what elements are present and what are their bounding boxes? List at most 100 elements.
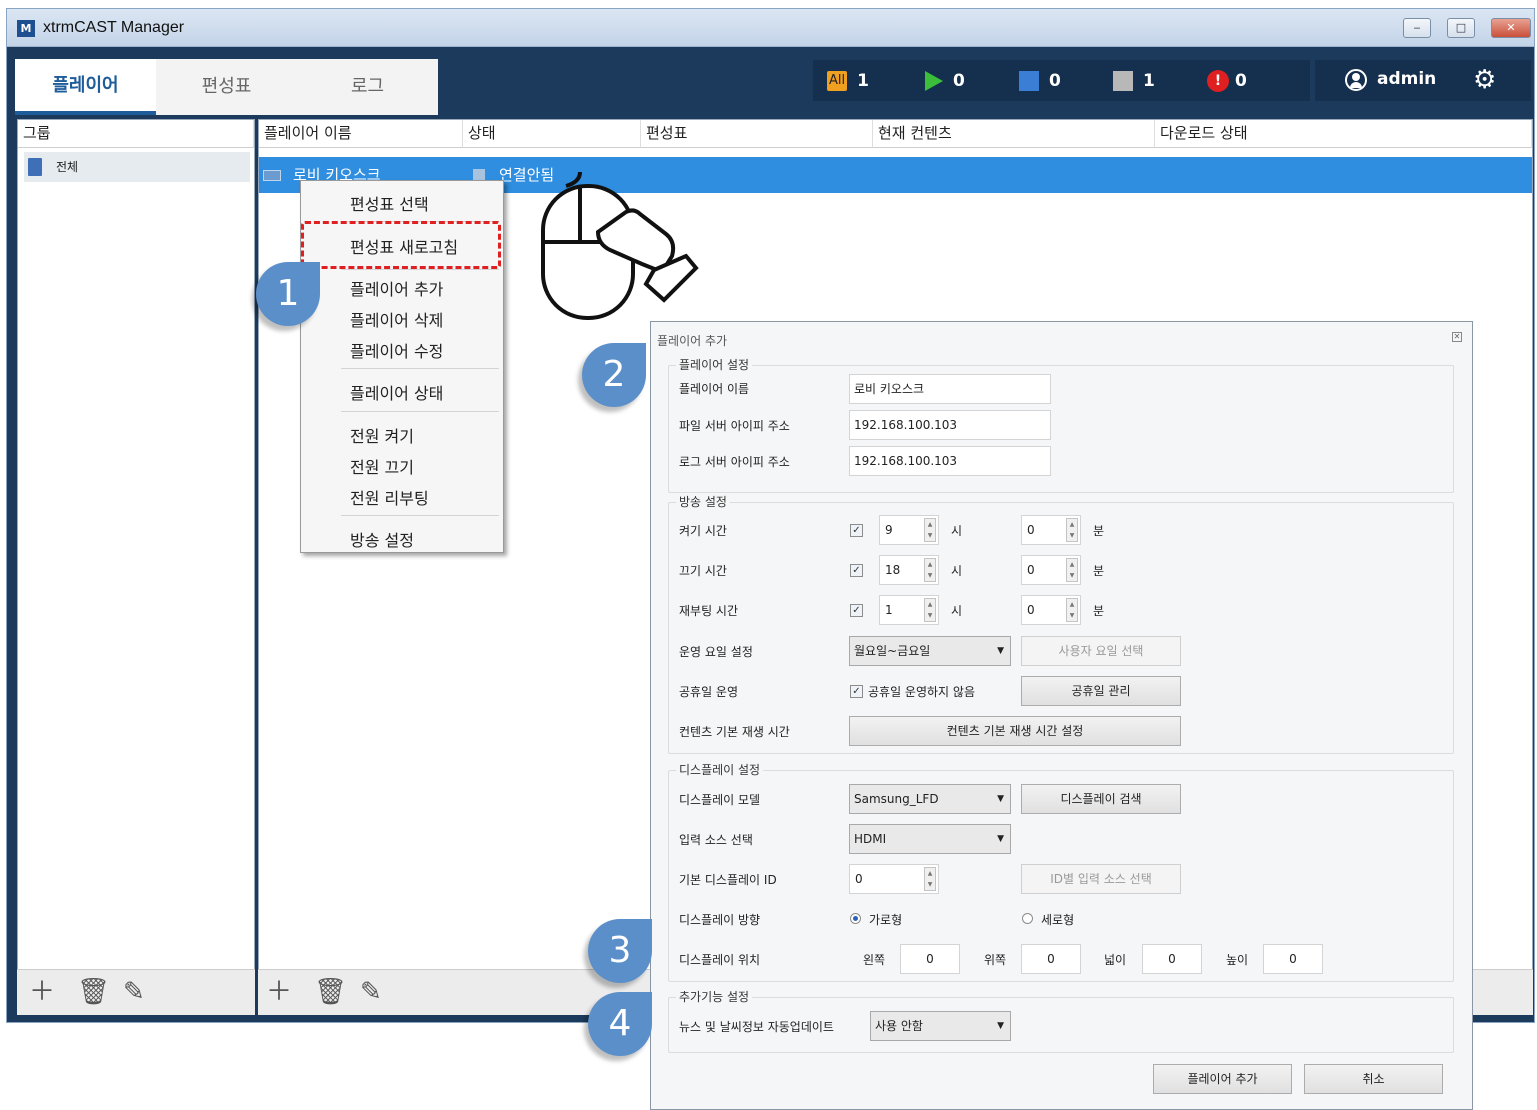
extra-settings-legend: 추가기능 설정 (676, 988, 753, 1005)
off-min-value: 0 (1027, 563, 1035, 577)
width-field[interactable]: 0 (1142, 944, 1202, 974)
display-search-button[interactable]: 디스플레이 검색 (1021, 784, 1181, 814)
reboot-time-checkbox[interactable]: ✓ (850, 604, 863, 617)
display-id-stepper[interactable]: 0 ▲ ▼ (849, 864, 939, 894)
disconnected-icon (1113, 71, 1133, 91)
content-time-button[interactable]: 컨텐츠 기본 재생 시간 설정 (849, 716, 1181, 746)
holiday-checkbox[interactable]: ✓ (850, 685, 863, 698)
chevron-down-icon: ▼ (997, 1021, 1004, 1031)
menu-item-edit-player[interactable]: 플레이어 수정 (350, 338, 443, 362)
on-hour-value: 9 (885, 523, 893, 537)
group-item-all[interactable]: 전체 (24, 152, 250, 182)
menu-item-broadcast-settings[interactable]: 방송 설정 (350, 527, 414, 551)
off-hour-stepper[interactable]: 18 ▲ ▼ (879, 555, 939, 585)
input-source-select[interactable]: HDMI ▼ (849, 824, 1011, 854)
on-hour-stepper[interactable]: 9 ▲ ▼ (879, 515, 939, 545)
player-name-field[interactable]: 로비 키오스크 (849, 374, 1051, 404)
off-hour-value: 18 (885, 563, 901, 577)
input-source-label: 입력 소스 선택 (679, 833, 753, 847)
delete-player-icon[interactable]: 🗑 (314, 978, 347, 1006)
custom-weekday-button[interactable]: 사용자 요일 선택 (1021, 636, 1181, 666)
menu-item-delete-player[interactable]: 플레이어 삭제 (350, 307, 443, 331)
window-title: xtrmCAST Manager (43, 19, 185, 36)
reboot-min-stepper[interactable]: 0 ▲ ▼ (1021, 595, 1081, 625)
on-min-stepper[interactable]: 0 ▲ ▼ (1021, 515, 1081, 545)
tab-player[interactable]: 플레이어 (15, 59, 156, 115)
top-nav-bar: 플레이어 편성표 로그 All 1 0 0 1 ! 0 admin ⚙ (7, 47, 1534, 115)
menu-item-reboot[interactable]: 전원 리부팅 (350, 485, 429, 509)
gear-icon[interactable]: ⚙ (1473, 67, 1499, 93)
left-field[interactable]: 0 (900, 944, 960, 974)
minimize-button[interactable]: ‒ (1403, 18, 1431, 38)
status-playing[interactable]: 0 (925, 70, 965, 92)
holiday-checkbox-label[interactable]: 공휴일 운영하지 않음 (868, 683, 975, 700)
menu-separator (341, 368, 499, 369)
spin-arrows-icon[interactable]: ▲ ▼ (1066, 558, 1078, 582)
add-group-icon[interactable]: ＋ (29, 978, 55, 1006)
add-player-icon[interactable]: ＋ (266, 978, 292, 1006)
spin-arrows-icon[interactable]: ▲ ▼ (924, 598, 936, 622)
news-update-label: 뉴스 및 날씨정보 자동업데이트 (679, 1020, 834, 1034)
on-time-checkbox[interactable]: ✓ (850, 524, 863, 537)
spin-arrows-icon[interactable]: ▲ ▼ (924, 558, 936, 582)
menu-item-power-off[interactable]: 전원 끄기 (350, 454, 414, 478)
col-current-content[interactable]: 현재 컨텐츠 (873, 120, 1155, 148)
top-field[interactable]: 0 (1021, 944, 1081, 974)
callout-1: 1 (256, 262, 320, 326)
status-summary: All 1 0 0 1 ! 0 (813, 60, 1310, 101)
landscape-label[interactable]: 가로형 (869, 911, 902, 928)
delete-group-icon[interactable]: 🗑 (77, 978, 110, 1006)
file-server-field[interactable]: 192.168.100.103 (849, 410, 1051, 440)
dialog-close-icon[interactable]: ✕ (1452, 332, 1462, 342)
maximize-button[interactable]: □ (1447, 18, 1475, 38)
edit-player-icon[interactable]: ✎ (360, 978, 382, 1006)
tab-schedule[interactable]: 편성표 (156, 59, 297, 115)
display-model-select[interactable]: Samsung_LFD ▼ (849, 784, 1011, 814)
document-icon (28, 158, 42, 176)
status-error[interactable]: ! 0 (1207, 70, 1247, 92)
edit-group-icon[interactable]: ✎ (123, 978, 145, 1006)
menu-separator (341, 515, 499, 516)
reboot-min-value: 0 (1027, 603, 1035, 617)
portrait-label[interactable]: 세로형 (1041, 911, 1074, 928)
col-status[interactable]: 상태 (463, 120, 641, 148)
weekday-select[interactable]: 월요일~금요일 ▼ (849, 636, 1011, 666)
user-name[interactable]: admin (1377, 69, 1436, 89)
spin-arrows-icon[interactable]: ▲ ▼ (1066, 518, 1078, 542)
status-disconnected[interactable]: 1 (1113, 70, 1155, 92)
stop-icon (1019, 71, 1039, 91)
portrait-radio[interactable] (1022, 913, 1033, 924)
col-player-name[interactable]: 플레이어 이름 (259, 120, 463, 148)
menu-item-add-player[interactable]: 플레이어 추가 (350, 276, 443, 300)
spin-arrows-icon[interactable]: ▲ ▼ (1066, 598, 1078, 622)
reboot-hour-stepper[interactable]: 1 ▲ ▼ (879, 595, 939, 625)
close-button[interactable]: ✕ (1491, 18, 1531, 38)
spin-arrows-icon[interactable]: ▲ ▼ (924, 867, 936, 891)
holiday-manage-button[interactable]: 공휴일 관리 (1021, 676, 1181, 706)
group-header[interactable]: 그룹 (18, 120, 254, 148)
menu-item-power-on[interactable]: 전원 켜기 (350, 423, 414, 447)
user-icon[interactable] (1345, 69, 1367, 91)
log-server-field[interactable]: 192.168.100.103 (849, 446, 1051, 476)
status-all[interactable]: All 1 (827, 70, 869, 92)
col-schedule[interactable]: 편성표 (641, 120, 873, 148)
off-time-label: 끄기 시간 (679, 564, 727, 578)
player-name-label: 플레이어 이름 (679, 382, 750, 396)
menu-item-player-status[interactable]: 플레이어 상태 (350, 380, 443, 404)
menu-item-select-schedule[interactable]: 편성표 선택 (350, 191, 429, 215)
off-time-checkbox[interactable]: ✓ (850, 564, 863, 577)
add-player-button[interactable]: 플레이어 추가 (1153, 1064, 1292, 1094)
id-source-button[interactable]: ID별 입력 소스 선택 (1021, 864, 1181, 894)
landscape-radio[interactable] (850, 913, 861, 924)
col-download-status[interactable]: 다운로드 상태 (1155, 120, 1532, 148)
news-update-select[interactable]: 사용 안함 ▼ (870, 1011, 1011, 1041)
height-field[interactable]: 0 (1263, 944, 1323, 974)
file-server-label: 파일 서버 아이피 주소 (679, 419, 790, 433)
user-area: admin ⚙ (1315, 60, 1531, 101)
tab-log[interactable]: 로그 (297, 59, 438, 115)
spin-arrows-icon[interactable]: ▲ ▼ (924, 518, 936, 542)
status-stopped[interactable]: 0 (1019, 70, 1061, 92)
off-min-stepper[interactable]: 0 ▲ ▼ (1021, 555, 1081, 585)
hour-unit: 시 (951, 524, 963, 538)
cancel-button[interactable]: 취소 (1304, 1064, 1443, 1094)
